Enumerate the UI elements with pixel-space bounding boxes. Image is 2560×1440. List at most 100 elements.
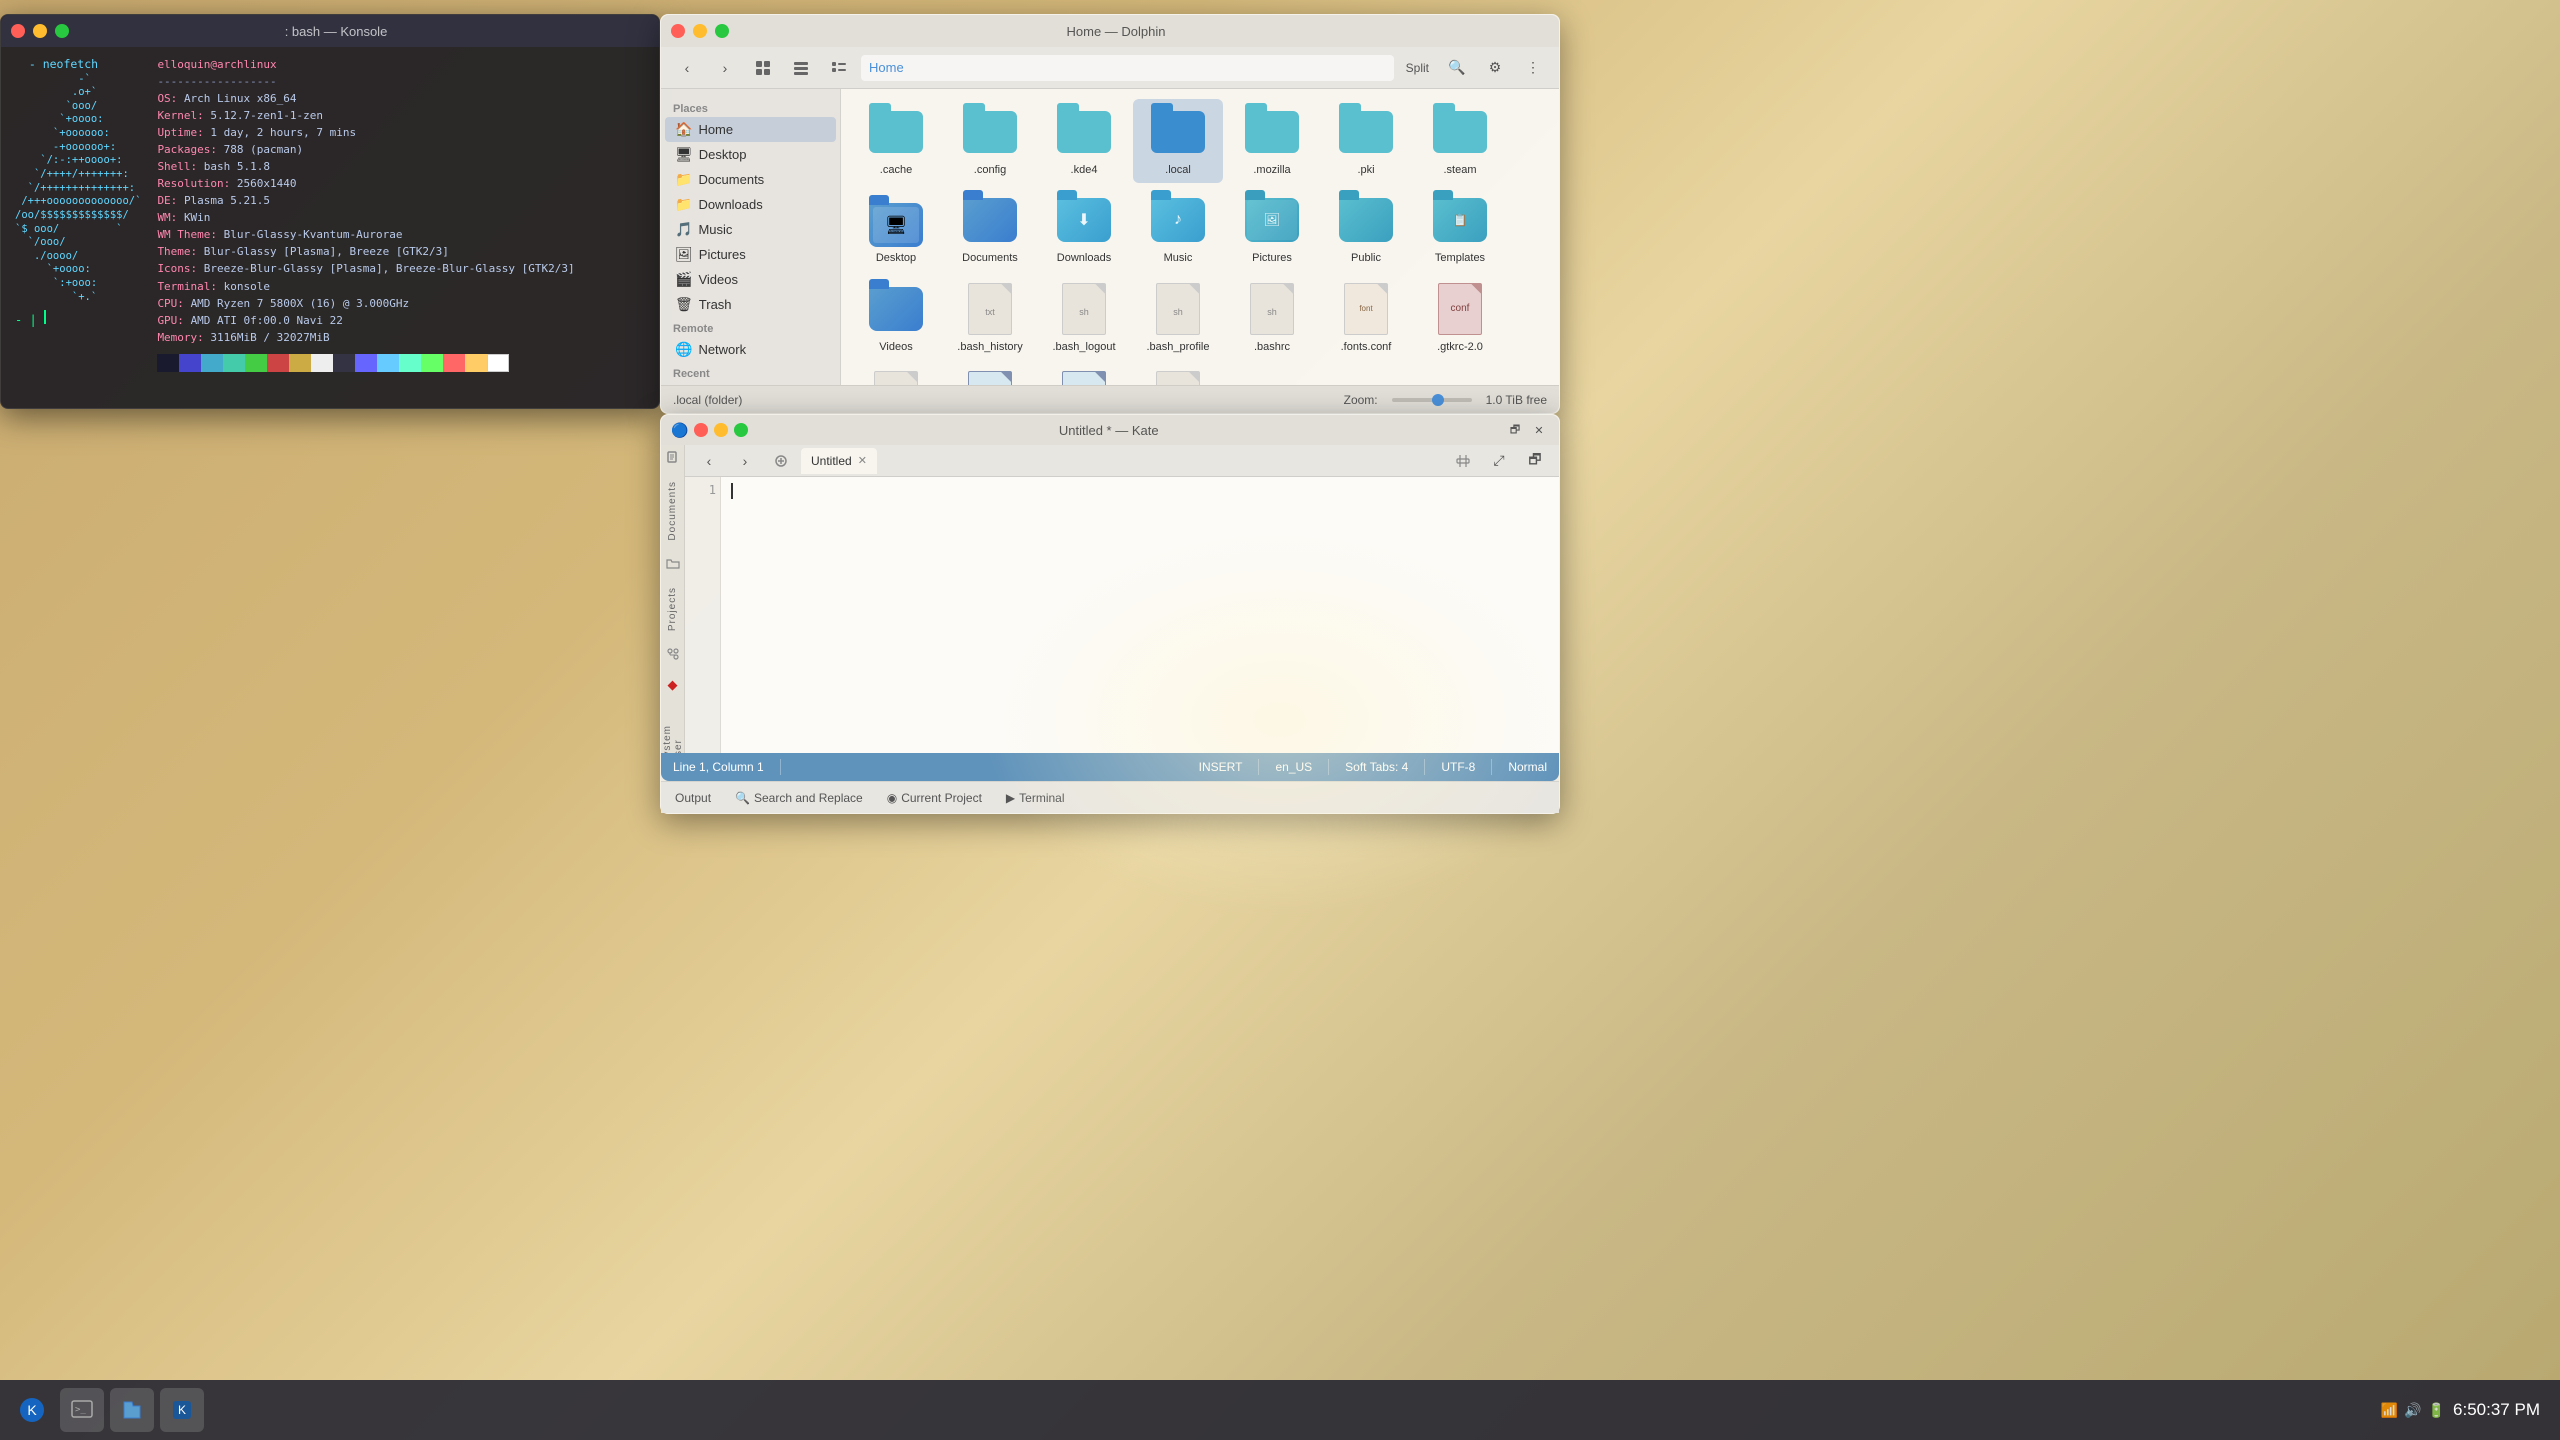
file-label-kde4: .kde4	[1071, 163, 1098, 177]
file-item-gtkrc[interactable]: conf .gtkrc-2.0	[1415, 276, 1505, 360]
dolphin-statusbar: .local (folder) Zoom: 1.0 TiB free	[661, 385, 1559, 413]
file-label-fonts-conf: .fonts.conf	[1341, 340, 1392, 354]
taskbar-right: 📶 🔊 🔋 6:50:37 PM	[2381, 1400, 2550, 1420]
kate-back-btn[interactable]: ‹	[693, 447, 725, 475]
dolphin-list-view-btn[interactable]	[785, 54, 817, 82]
sidebar-item-desktop[interactable]: 🖥 Desktop	[665, 142, 836, 167]
file-label-pictures-folder: Pictures	[1252, 251, 1292, 265]
terminal-window: : bash — Konsole - neofetch -` .o+` `ooo…	[0, 14, 660, 409]
file-label-music-folder: Music	[1164, 251, 1193, 265]
dolphin-back-btn[interactable]: ‹	[671, 54, 703, 82]
file-label-mozilla: .mozilla	[1253, 163, 1290, 177]
terminal-info-panel: elloquin@archlinux ------------------ OS…	[157, 57, 574, 398]
dolphin-minimize-btn[interactable]	[693, 24, 707, 38]
file-item-steam[interactable]: .steam	[1415, 99, 1505, 183]
terminal-minimize-btn[interactable]	[33, 24, 47, 38]
kate-forward-btn[interactable]: ›	[729, 447, 761, 475]
file-label-templates-folder: Templates	[1435, 251, 1485, 265]
file-item-pulse-cookie[interactable]: bin .pulse-cookie	[851, 364, 941, 385]
dolphin-body: Places 🏠 Home 🖥 Desktop 📁 Documents 📁 Do…	[661, 89, 1559, 385]
kate-tab-label: Untitled	[811, 454, 852, 468]
dolphin-search-btn[interactable]: 🔍	[1441, 54, 1473, 82]
kate-terminal-btn[interactable]: ▶ Terminal	[1000, 789, 1071, 807]
sidebar-item-home[interactable]: 🏠 Home	[665, 117, 836, 142]
kate-terminal-label: Terminal	[1019, 791, 1064, 805]
file-item-bashrc[interactable]: sh .bashrc	[1227, 276, 1317, 360]
dolphin-icon-view-btn[interactable]	[747, 54, 779, 82]
sidebar-item-pictures[interactable]: 🖼 Pictures	[665, 242, 836, 267]
sidebar-item-videos[interactable]: 🎬 Videos	[665, 267, 836, 292]
kate-statusbar: Line 1, Column 1 INSERT en_US Soft Tabs:…	[661, 753, 1559, 781]
kate-tab-settings-btn[interactable]	[1447, 447, 1479, 475]
file-item-pki[interactable]: .pki	[1321, 99, 1411, 183]
taskbar-terminal-icon[interactable]: >_	[60, 1388, 104, 1432]
file-item-steampath[interactable]: lnk .steampath	[945, 364, 1035, 385]
file-item-documents-folder[interactable]: Documents	[945, 187, 1035, 271]
kate-extra-btn[interactable]: 🗗	[1519, 447, 1551, 475]
terminal-content: - neofetch -` .o+` `ooo/ `+oooo: `+ooooo…	[1, 47, 659, 408]
sidebar-item-network[interactable]: 🌐 Network	[665, 337, 836, 362]
kate-window: 🔵 Untitled * — Kate 🗗 ✕ Documents Projec…	[660, 414, 1560, 814]
dolphin-split-btn[interactable]: Split	[1400, 54, 1435, 82]
kate-new-tab-btn[interactable]	[765, 447, 797, 475]
kate-git-icon[interactable]	[664, 647, 682, 661]
taskbar-kde-icon[interactable]: K	[10, 1388, 54, 1432]
file-item-downloads-folder[interactable]: ⬇ Downloads	[1039, 187, 1129, 271]
file-item-templates-folder[interactable]: 📋 Templates	[1415, 187, 1505, 271]
file-item-desktop-folder[interactable]: 🖥 Desktop	[851, 187, 941, 271]
kate-bookmark-icon[interactable]: ◆	[664, 677, 682, 693]
breadcrumb-home[interactable]: Home	[869, 60, 904, 75]
kate-max-btn[interactable]: ⤢	[1483, 447, 1515, 475]
file-item-cache[interactable]: .cache	[851, 99, 941, 183]
dolphin-close-btn[interactable]	[671, 24, 685, 38]
kate-window-restore-btn[interactable]: 🗗	[1505, 420, 1525, 440]
kate-search-replace-btn[interactable]: 🔍 Search and Replace	[729, 789, 869, 807]
file-label-downloads-folder: Downloads	[1057, 251, 1111, 265]
file-item-music-folder[interactable]: ♪ Music	[1133, 187, 1223, 271]
file-item-config[interactable]: .config	[945, 99, 1035, 183]
file-label-cache: .cache	[880, 163, 912, 177]
file-item-mozilla[interactable]: .mozilla	[1227, 99, 1317, 183]
file-item-public-folder[interactable]: Public	[1321, 187, 1411, 271]
kate-tab-close-icon[interactable]: ✕	[858, 454, 867, 467]
file-item-steampid[interactable]: pid .steampid	[1039, 364, 1129, 385]
file-item-fonts-conf[interactable]: font .fonts.conf	[1321, 276, 1411, 360]
kate-folder-icon[interactable]	[664, 557, 682, 571]
taskbar-kate-icon[interactable]: K	[160, 1388, 204, 1432]
sidebar-places-label: Places	[661, 97, 840, 117]
file-item-bash-profile[interactable]: sh .bash_profile	[1133, 276, 1223, 360]
terminal-separator: ------------------	[157, 74, 574, 91]
sidebar-item-documents[interactable]: 📁 Documents	[665, 167, 836, 192]
file-item-pictures-folder[interactable]: 🖼 Pictures	[1227, 187, 1317, 271]
file-item-kde4[interactable]: .kde4	[1039, 99, 1129, 183]
file-item-bash-logout[interactable]: sh .bash_logout	[1039, 276, 1129, 360]
terminal-title: : bash — Konsole	[77, 24, 595, 39]
dolphin-maximize-btn[interactable]	[715, 24, 729, 38]
sidebar-item-music[interactable]: 🎵 Music	[665, 217, 836, 242]
kate-window-close-top-btn[interactable]: ✕	[1529, 420, 1549, 440]
file-item-videos-folder[interactable]: Videos	[851, 276, 941, 360]
dolphin-detail-view-btn[interactable]	[823, 54, 855, 82]
dolphin-zoom-slider[interactable]	[1392, 398, 1472, 402]
file-item-xauthority[interactable]: auth .Xauthority	[1133, 364, 1223, 385]
dolphin-forward-btn[interactable]: ›	[709, 54, 741, 82]
file-label-pki: .pki	[1357, 163, 1374, 177]
dolphin-menu-btn[interactable]: ⋮	[1517, 54, 1549, 82]
kate-documents-panel-icon[interactable]	[664, 451, 682, 465]
kate-maximize-btn[interactable]	[734, 423, 748, 437]
kate-close-btn[interactable]	[694, 423, 708, 437]
kate-minimize-btn[interactable]	[714, 423, 728, 437]
terminal-close-btn[interactable]	[11, 24, 25, 38]
kate-current-project-btn[interactable]: ◉ Current Project	[881, 789, 988, 807]
taskbar-dolphin-icon[interactable]	[110, 1388, 154, 1432]
file-item-bash-history[interactable]: txt .bash_history	[945, 276, 1035, 360]
file-item-local[interactable]: .local	[1133, 99, 1223, 183]
sidebar-item-trash[interactable]: 🗑 Trash	[665, 292, 836, 317]
kate-tab-untitled[interactable]: Untitled ✕	[801, 448, 877, 474]
kate-tab-bar: ‹ › Untitled ✕ ⤢ 🗗	[685, 445, 1559, 477]
kate-text-area[interactable]	[721, 477, 1559, 753]
sidebar-item-downloads[interactable]: 📁 Downloads	[665, 192, 836, 217]
kate-output-btn[interactable]: Output	[669, 789, 717, 807]
dolphin-filter-btn[interactable]: ⚙	[1479, 54, 1511, 82]
terminal-maximize-btn[interactable]	[55, 24, 69, 38]
